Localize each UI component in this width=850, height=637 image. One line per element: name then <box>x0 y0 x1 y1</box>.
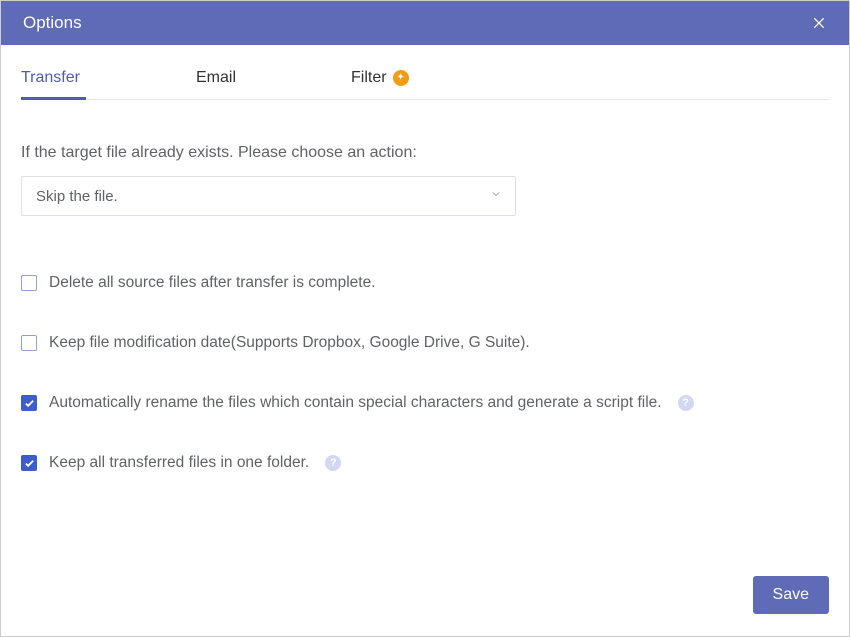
check-icon <box>24 398 35 409</box>
one-folder-checkbox[interactable] <box>21 455 37 471</box>
tab-email[interactable]: Email <box>196 69 351 99</box>
option-auto-rename: Automatically rename the files which con… <box>21 394 829 412</box>
dialog-content: Transfer Email Filter ✦ If the target fi… <box>1 45 849 576</box>
option-keep-mod-date: Keep file modification date(Supports Dro… <box>21 334 829 352</box>
save-button[interactable]: Save <box>753 576 829 614</box>
option-label: Automatically rename the files which con… <box>49 394 662 412</box>
close-button[interactable] <box>805 9 833 37</box>
option-label: Delete all source files after transfer i… <box>49 274 376 292</box>
select-value: Skip the file. <box>36 188 118 205</box>
options-list: Delete all source files after transfer i… <box>21 274 829 472</box>
conflict-action-select-wrap: Skip the file. <box>21 176 516 216</box>
conflict-action-select[interactable]: Skip the file. <box>21 176 516 216</box>
help-icon[interactable]: ? <box>678 395 694 411</box>
tab-label: Email <box>196 69 236 87</box>
delete-source-checkbox[interactable] <box>21 275 37 291</box>
dialog-footer: Save <box>1 576 849 636</box>
option-one-folder: Keep all transferred files in one folder… <box>21 454 829 472</box>
tab-label: Transfer <box>21 69 80 87</box>
help-icon[interactable]: ? <box>325 455 341 471</box>
option-label: Keep all transferred files in one folder… <box>49 454 309 472</box>
auto-rename-checkbox[interactable] <box>21 395 37 411</box>
dialog-title: Options <box>23 13 82 33</box>
prompt-label: If the target file already exists. Pleas… <box>21 144 829 162</box>
option-label: Keep file modification date(Supports Dro… <box>49 334 530 352</box>
tab-transfer[interactable]: Transfer <box>21 69 196 99</box>
options-dialog: Options Transfer Email Filter ✦ If the t… <box>0 0 850 637</box>
check-icon <box>24 458 35 469</box>
tab-label: Filter <box>351 69 387 87</box>
star-badge-icon: ✦ <box>393 70 409 86</box>
tabs-bar: Transfer Email Filter ✦ <box>21 69 829 100</box>
close-icon <box>811 15 827 31</box>
dialog-header: Options <box>1 1 849 45</box>
keep-mod-date-checkbox[interactable] <box>21 335 37 351</box>
transfer-section: If the target file already exists. Pleas… <box>21 100 829 514</box>
tab-filter[interactable]: Filter ✦ <box>351 69 409 99</box>
option-delete-source: Delete all source files after transfer i… <box>21 274 829 292</box>
